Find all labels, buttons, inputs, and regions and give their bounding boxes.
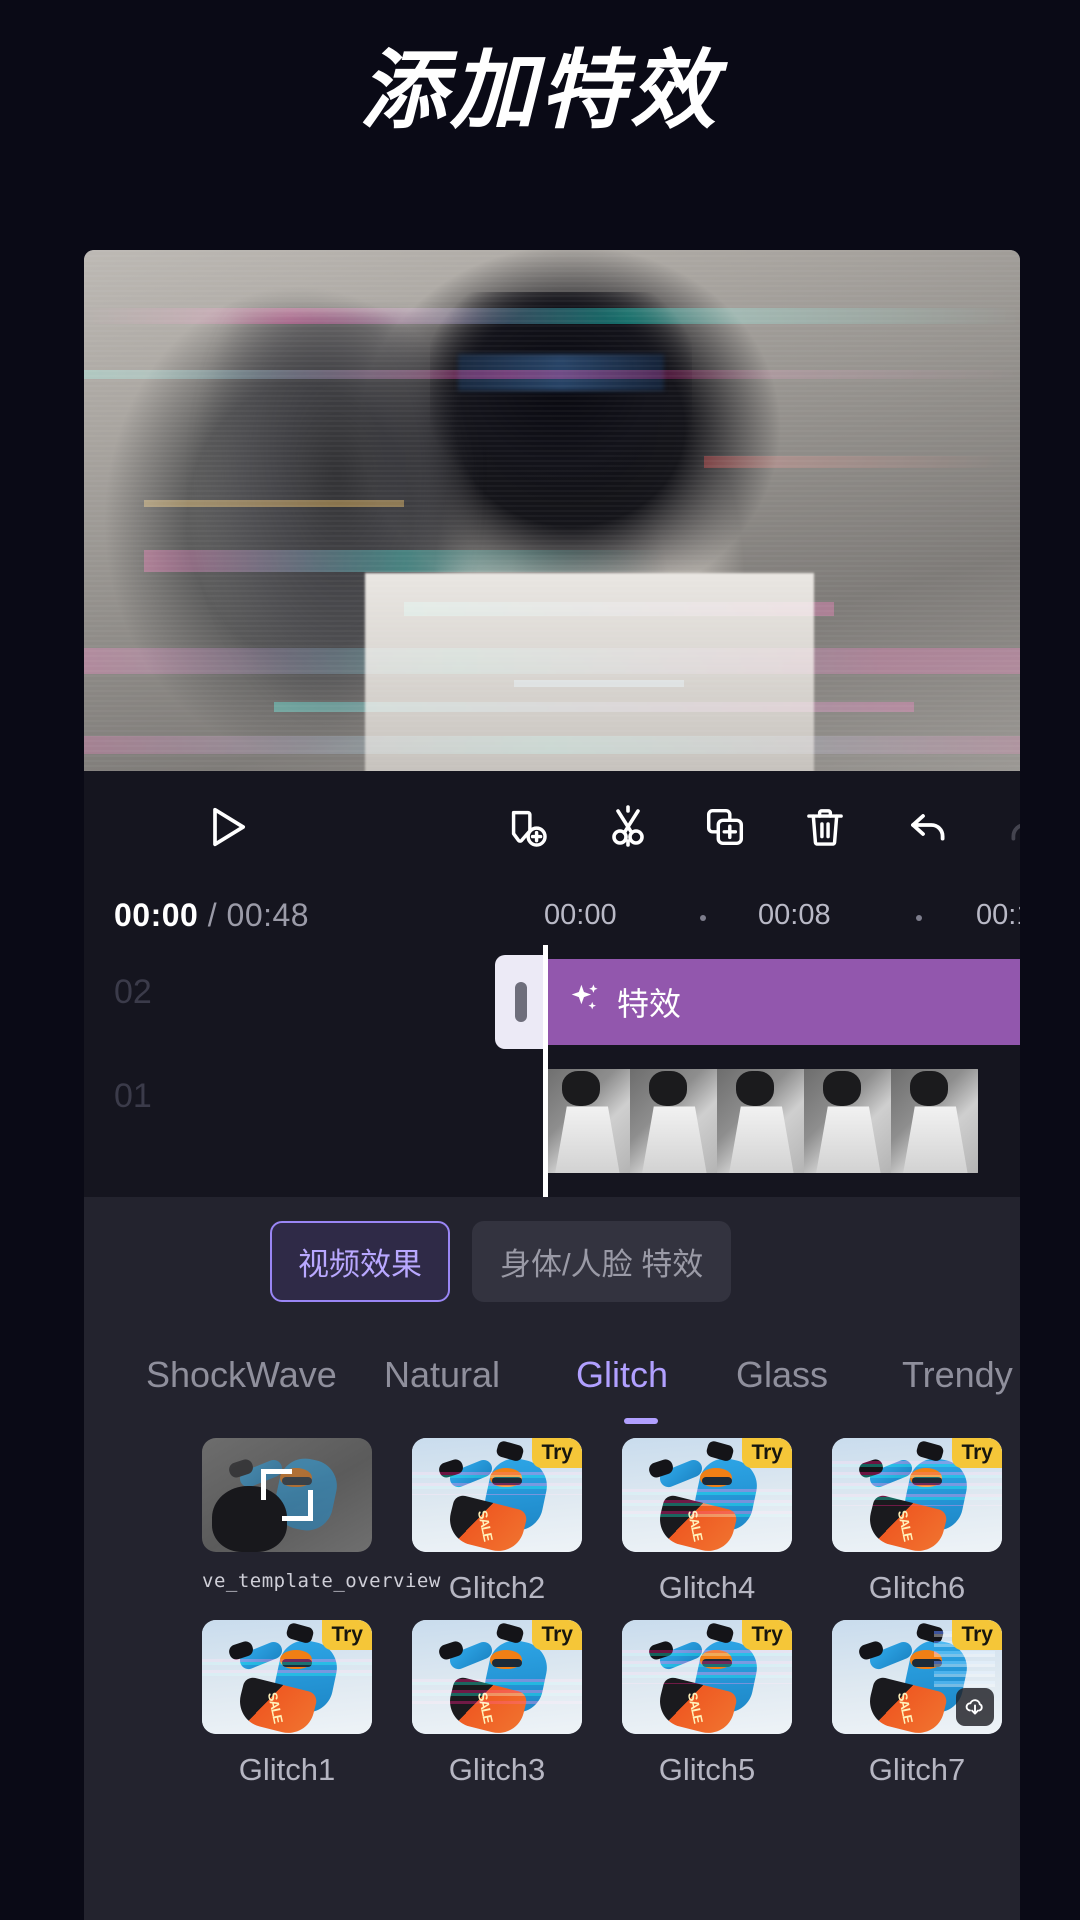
video-thumbnail-frame [630,1069,717,1173]
timecode-total: 00:48 [226,897,310,933]
time-row: 00:00 / 00:48 00:00 00:08 00:16 [84,883,1020,945]
effect-item-glitch7[interactable]: SALE Try Glitch7 [832,1620,1002,1788]
crop-frame-icon [261,1469,313,1521]
timeline-ruler[interactable]: 00:00 00:08 00:16 [544,899,1020,939]
preview-scanlines [84,250,1020,771]
effect-item-glitch5[interactable]: SALE Try Glitch5 [622,1620,792,1788]
effect-thumbnail [202,1438,372,1552]
add-clip-button[interactable] [504,804,550,850]
video-track-thumbnails[interactable] [543,1069,981,1173]
try-badge: Try [322,1620,372,1650]
effect-thumbnail: SALE Try [622,1438,792,1552]
effect-panel: 视频效果 身体/人脸 特效 ShockWave Natural Glitch G… [84,1197,1020,1920]
video-thumbnail-frame [717,1069,804,1173]
effect-mode-pills: 视频效果 身体/人脸 特效 [84,1197,1020,1302]
effect-item-glitch1[interactable]: SALE Try Glitch1 [202,1620,372,1788]
timecode-current: 00:00 [114,897,199,933]
effect-grid: ve_template_overview SALE Try Glitch2 SA… [84,1438,1020,1788]
redo-button[interactable] [1004,803,1020,851]
editor-toolbar [84,771,1020,883]
try-badge: Try [742,1438,792,1468]
ruler-dot-tick [916,915,922,921]
effect-item-label: Glitch1 [238,1752,336,1787]
effect-thumbnail: SALE Try [412,1620,582,1734]
video-preview[interactable] [84,250,1020,771]
effect-clip-label: 特效 [617,986,682,1022]
effect-item-label: Glitch5 [658,1752,756,1787]
effect-item-glitch4[interactable]: SALE Try Glitch4 [622,1438,792,1606]
effect-item-label: Glitch2 [448,1570,546,1605]
video-thumbnail-frame [891,1069,978,1173]
effect-item-label: Glitch4 [658,1570,756,1605]
play-button[interactable] [202,801,254,853]
timeline[interactable]: 02 01 特效 00:03 [84,945,1020,1197]
try-badge: Try [952,1438,1002,1468]
category-tab-glitch[interactable]: Glitch [576,1354,668,1396]
track-number-02: 02 [114,973,152,1011]
effect-clip[interactable]: 特效 00:03 [495,955,1020,1049]
ruler-tick-2: 00:16 [976,899,1020,931]
duplicate-button[interactable] [702,804,748,850]
try-badge: Try [742,1620,792,1650]
category-tabs: ShockWave Natural Glitch Glass Trendy Sc [84,1332,1020,1432]
phone-frame: 00:00 / 00:48 00:00 00:08 00:16 02 01 [84,250,1020,1920]
category-tab-active-underline [624,1418,658,1424]
timecode-display: 00:00 / 00:48 [114,897,309,934]
ruler-tick-1: 00:08 [758,899,831,931]
timecode-separator: / [207,897,218,933]
effect-item-glitch3[interactable]: SALE Try Glitch3 [412,1620,582,1788]
effect-thumbnail: SALE Try [622,1620,792,1734]
effect-thumbnail: SALE Try [412,1438,582,1552]
effect-item-none[interactable]: ve_template_overview [202,1438,441,1606]
clip-trim-handle-left[interactable] [495,955,547,1049]
delete-button[interactable] [802,804,848,850]
playhead[interactable] [543,945,548,1197]
try-badge: Try [952,1620,1002,1650]
effect-row: ve_template_overview SALE Try Glitch2 SA… [202,1438,1020,1606]
video-thumbnail-frame [804,1069,891,1173]
effect-thumbnail: SALE Try [832,1438,1002,1552]
effect-item-glitch6[interactable]: SALE Try Glitch6 [832,1438,1002,1606]
effect-item-label: ve_template_overview [202,1570,441,1592]
screenshot-root: 添加特效 00:00 / 00:48 00:00 00:08 00: 02 01… [0,0,1080,1920]
sparkle-icon [567,980,603,1024]
effect-item-glitch2[interactable]: SALE Try Glitch2 [412,1438,582,1606]
effect-thumbnail: SALE Try [202,1620,372,1734]
undo-button[interactable] [904,803,952,851]
category-tab-shockwave[interactable]: ShockWave [146,1354,337,1396]
split-button[interactable] [604,803,652,851]
effect-item-label: Glitch3 [448,1752,546,1787]
effect-item-label: Glitch7 [868,1752,966,1787]
page-title: 添加特效 [360,43,720,139]
ruler-tick-0: 00:00 [544,899,617,931]
effect-item-label: Glitch6 [868,1570,966,1605]
ruler-dot-tick [700,915,706,921]
try-badge: Try [532,1620,582,1650]
mode-pill-body-face-effects[interactable]: 身体/人脸 特效 [472,1221,732,1302]
category-tab-glass[interactable]: Glass [736,1354,828,1396]
category-tab-trendy[interactable]: Trendy [902,1354,1013,1396]
effect-row: SALE Try Glitch1 SALE Try Glitch3 SALE T… [202,1620,1020,1788]
mode-pill-video-effects[interactable]: 视频效果 [270,1221,450,1302]
effect-clip-label-group: 特效 [567,979,681,1025]
try-badge: Try [532,1438,582,1468]
cloud-download-icon[interactable] [956,1688,994,1726]
track-number-01: 01 [114,1077,152,1115]
effect-thumbnail: SALE Try [832,1620,1002,1734]
category-tab-natural[interactable]: Natural [384,1354,500,1396]
video-thumbnail-frame [543,1069,630,1173]
